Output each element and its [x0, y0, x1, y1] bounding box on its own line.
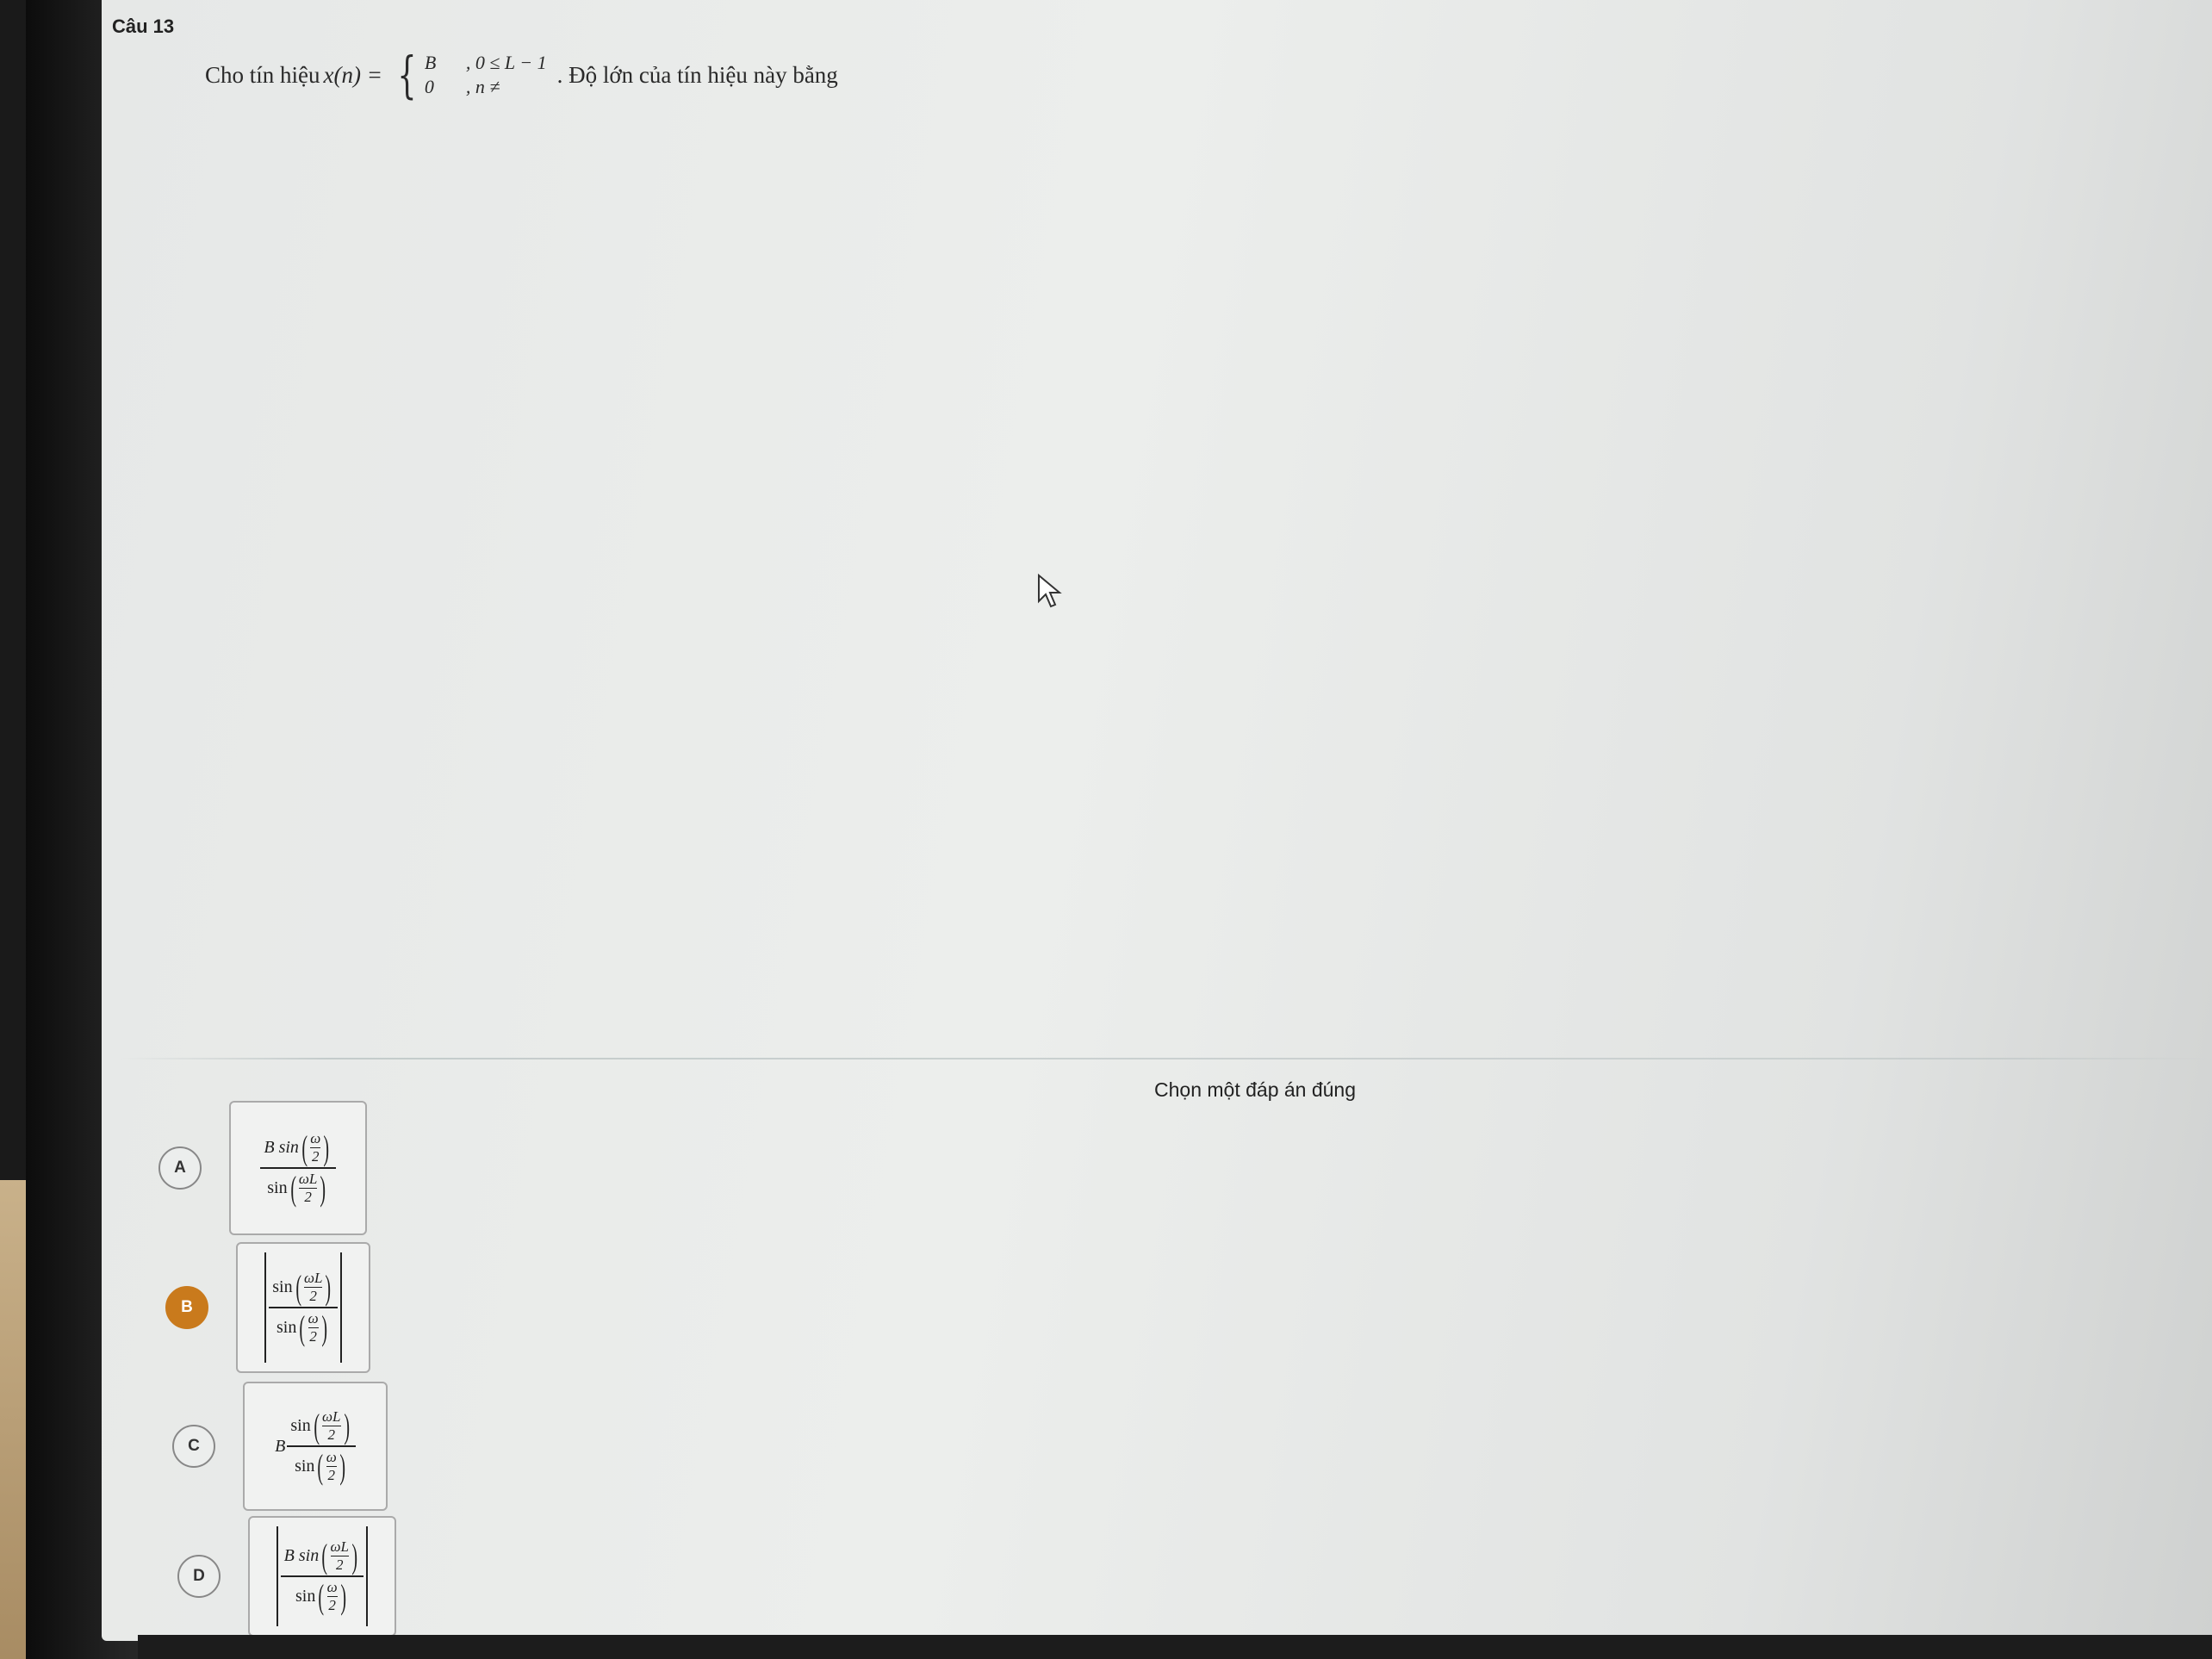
option-a[interactable]: A B sin ( ω 2 ) sin (ωL 2)	[158, 1101, 367, 1235]
option-c-num-arg-top: ωL	[322, 1408, 341, 1425]
quiz-screen: Câu 13 Cho tín hiệu x(n) = { B , 0 ≤ L −…	[102, 0, 2212, 1641]
option-b-num-arg-top: ωL	[303, 1270, 323, 1286]
option-d-fraction: B sin ( ωL 2 ) sin ( ω 2)	[280, 1537, 364, 1616]
option-a-den-arg-top: ωL	[298, 1171, 318, 1187]
option-b-num-arg: ωL 2	[303, 1270, 323, 1305]
option-c-fraction: sin ( ωL 2 ) sin ( ω 2)	[287, 1407, 356, 1486]
option-a-radio[interactable]: A	[158, 1146, 202, 1190]
right-paren: )	[339, 1446, 345, 1486]
option-b-num-arg-bottom: 2	[309, 1288, 317, 1304]
option-c-denominator: sin ( ω 2 )	[291, 1447, 351, 1486]
option-b-fraction: sin ( ωL 2 ) sin ( ω 2)	[269, 1268, 338, 1347]
left-paren: (	[314, 1406, 320, 1445]
left-paren: (	[321, 1536, 328, 1575]
option-a-denominator: sin ( ωL 2 )	[264, 1169, 332, 1208]
option-d-num-arg-bottom: 2	[336, 1556, 344, 1573]
option-d-num-arg-top: ωL	[330, 1538, 350, 1555]
option-a-formula[interactable]: B sin ( ω 2 ) sin ( ωL 2)	[229, 1101, 367, 1235]
option-a-num-coef: B sin	[264, 1138, 299, 1157]
question-suffix: . Độ lớn của tín hiệu này bằng	[556, 61, 838, 88]
option-a-den-fn: sin	[267, 1178, 288, 1197]
monitor-bottom-bezel	[138, 1635, 2212, 1659]
cases-brace: {	[397, 46, 417, 104]
option-c-numerator: sin ( ωL 2 )	[287, 1407, 355, 1445]
right-paren: )	[320, 1168, 326, 1208]
question-text: Cho tín hiệu x(n) = { B , 0 ≤ L − 1 0 , …	[205, 50, 838, 100]
case1-value: B	[424, 52, 437, 73]
question-prefix: Cho tín hiệu	[205, 61, 320, 88]
option-c-den-arg: ω 2	[326, 1449, 337, 1484]
case2-value: 0	[424, 76, 434, 97]
option-a-den-arg: ωL 2	[298, 1171, 318, 1206]
option-b-denominator: sin ( ω 2 )	[273, 1308, 333, 1347]
abs-bar-left	[264, 1252, 267, 1363]
option-c-num-arg: ωL 2	[322, 1408, 341, 1444]
right-paren: )	[325, 1267, 332, 1307]
option-c[interactable]: C B sin ( ωL 2 ) sin (ω 2)	[172, 1382, 388, 1511]
right-paren: )	[321, 1308, 327, 1347]
option-d-den-arg-bottom: 2	[328, 1597, 336, 1613]
section-divider	[119, 1058, 2212, 1059]
option-c-den-fn: sin	[295, 1457, 315, 1476]
option-d-num-arg: ωL 2	[330, 1538, 350, 1574]
left-paren: (	[299, 1308, 306, 1347]
signal-function: x(n) =	[323, 61, 382, 88]
left-paren: (	[318, 1576, 325, 1616]
option-b-formula[interactable]: sin ( ωL 2 ) sin ( ω 2)	[236, 1242, 370, 1373]
option-c-den-arg-top: ω	[326, 1449, 337, 1465]
option-b-den-arg-bottom: 2	[309, 1328, 317, 1345]
case-row-2: 0 , n ≠	[425, 75, 547, 99]
option-a-fraction: B sin ( ω 2 ) sin ( ωL 2)	[260, 1128, 336, 1208]
right-paren: )	[323, 1128, 330, 1167]
option-d-radio[interactable]: D	[177, 1555, 221, 1598]
option-a-num-arg-bottom: 2	[312, 1148, 320, 1165]
left-paren: (	[295, 1267, 301, 1307]
option-d-den-arg-top: ω	[326, 1579, 338, 1595]
option-b-radio[interactable]: B	[165, 1286, 208, 1329]
right-paren: )	[343, 1406, 350, 1445]
option-c-radio[interactable]: C	[172, 1425, 215, 1468]
option-d-numerator: B sin ( ωL 2 )	[281, 1537, 364, 1575]
option-a-numerator: B sin ( ω 2 )	[260, 1128, 335, 1167]
abs-bar-right	[339, 1252, 342, 1363]
option-c-num-arg-bottom: 2	[327, 1426, 336, 1443]
left-paren: (	[317, 1446, 324, 1486]
piecewise-cases: B , 0 ≤ L − 1 0 , n ≠	[425, 51, 547, 99]
option-a-num-arg-top: ω	[310, 1130, 321, 1146]
case1-condition: , 0 ≤ L − 1	[465, 52, 547, 73]
case2-condition: , n ≠	[465, 76, 500, 97]
option-a-den-arg-bottom: 2	[304, 1189, 312, 1205]
option-b-num-coef: sin	[272, 1277, 293, 1296]
question-number: Câu 13	[112, 16, 175, 37]
option-d-denominator: sin ( ω 2 )	[292, 1577, 352, 1616]
option-b-den-arg: ω 2	[308, 1310, 319, 1345]
option-c-num-coef: sin	[290, 1416, 311, 1435]
right-paren: )	[351, 1536, 358, 1575]
option-d-formula[interactable]: B sin ( ωL 2 ) sin ( ω 2)	[248, 1516, 396, 1637]
option-b-den-fn: sin	[276, 1318, 297, 1337]
abs-bar-left	[276, 1526, 278, 1626]
option-b-den-arg-top: ω	[308, 1310, 319, 1327]
option-d-num-coef: B sin	[283, 1546, 320, 1565]
abs-bar-right	[366, 1526, 369, 1626]
option-c-formula[interactable]: B sin ( ωL 2 ) sin ( ω 2)	[243, 1382, 388, 1511]
option-a-num-arg: ω 2	[310, 1130, 321, 1165]
option-c-den-arg-bottom: 2	[327, 1467, 336, 1483]
answer-prompt: Chọn một đáp án đúng	[1154, 1078, 1357, 1101]
left-paren: (	[301, 1128, 308, 1167]
right-paren: )	[340, 1576, 346, 1616]
option-d-den-fn: sin	[295, 1587, 316, 1606]
option-d-den-arg: ω 2	[326, 1579, 338, 1614]
option-d[interactable]: D B sin ( ωL 2 ) sin (ω 2)	[177, 1516, 396, 1637]
option-b[interactable]: B sin ( ωL 2 ) sin (ω 2)	[165, 1242, 370, 1373]
option-b-numerator: sin ( ωL 2 )	[269, 1268, 337, 1307]
option-c-prefix: B	[275, 1436, 286, 1456]
case-row-1: B , 0 ≤ L − 1	[425, 51, 547, 75]
left-paren: (	[289, 1168, 296, 1208]
